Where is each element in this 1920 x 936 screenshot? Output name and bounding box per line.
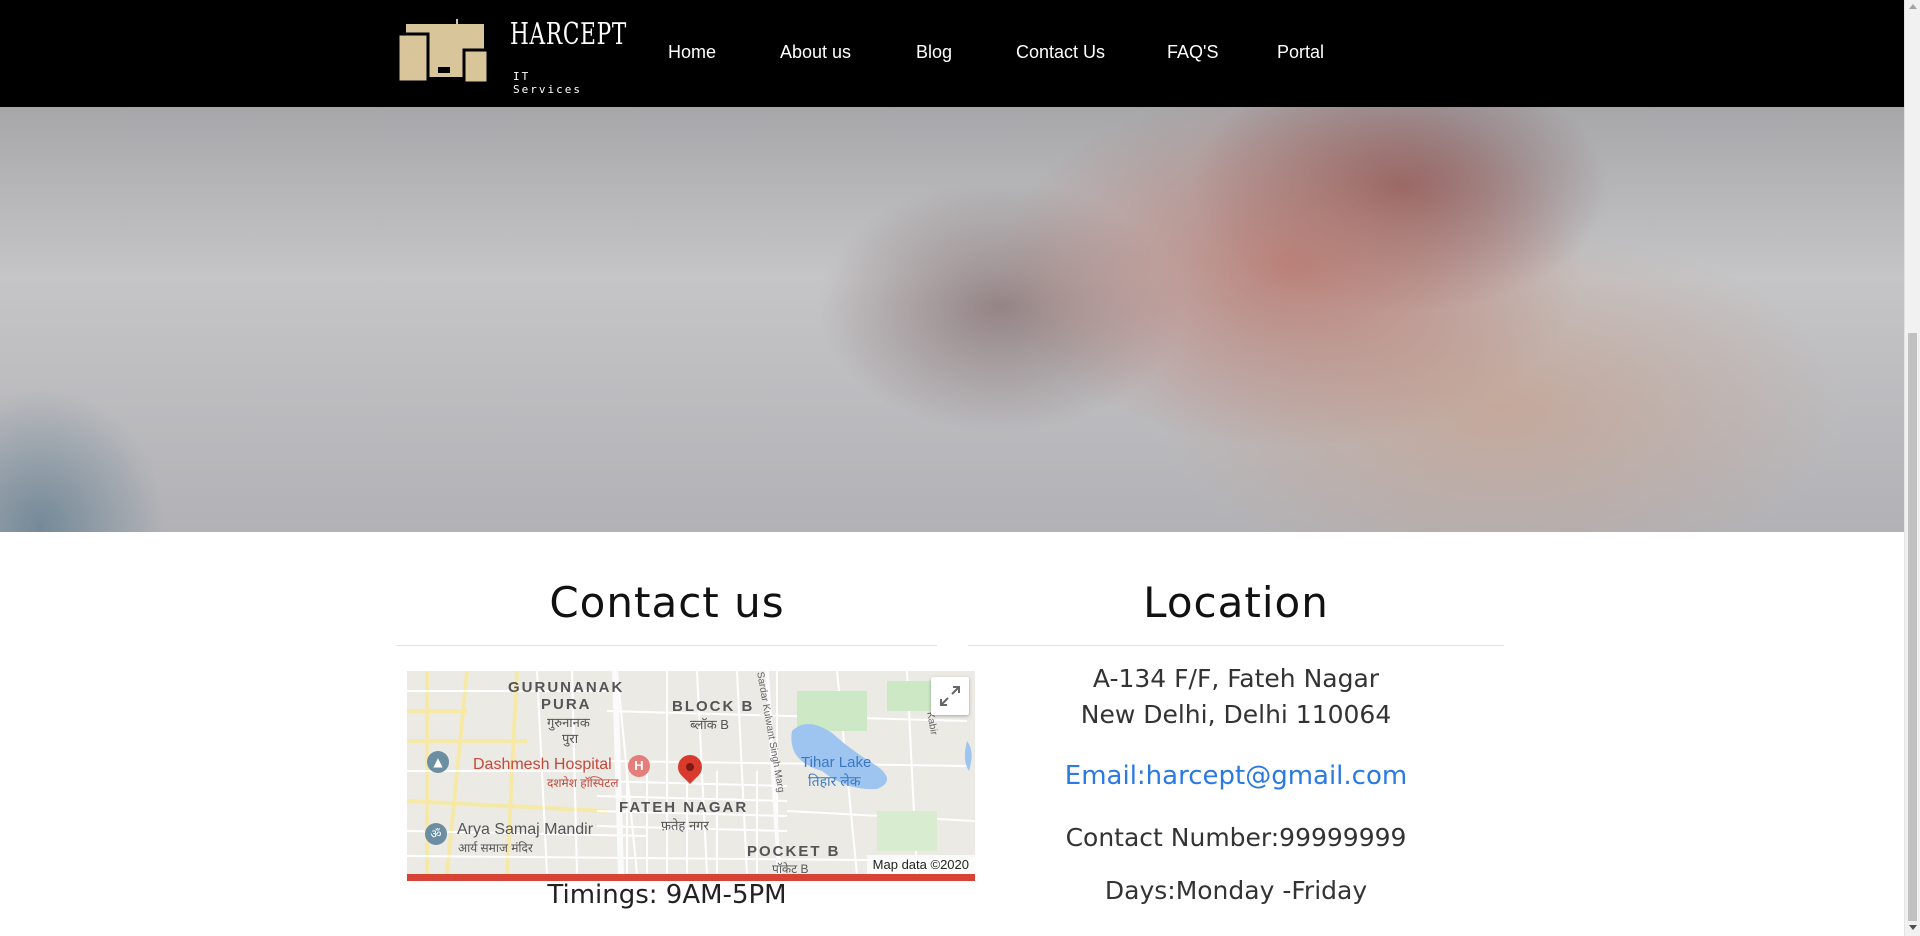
nav-home[interactable]: Home [668, 42, 716, 63]
google-map[interactable]: GURUNANAK PURA गुरुनानक पुरा BLOCK B ब्ल… [407, 671, 975, 881]
location-divider [968, 645, 1504, 646]
address-line-1: A-134 F/F, Fateh Nagar [1092, 664, 1380, 693]
scroll-down-arrow-icon[interactable] [1909, 925, 1917, 930]
hospital-marker-icon[interactable]: H [628, 755, 650, 777]
contact-number: Contact Number:99999999 [1065, 823, 1407, 852]
map-label-gurunanak: GURUNANAK [508, 679, 625, 696]
map-label-pocket-b: POCKET B [747, 843, 841, 860]
scrollbar-thumb[interactable] [1908, 333, 1917, 921]
map-label-block-b: BLOCK B [672, 698, 755, 715]
contact-us-heading: Contact us [549, 578, 785, 627]
nav-contact-us[interactable]: Contact Us [1016, 42, 1105, 63]
location-heading: Location [1143, 578, 1329, 627]
devices-logo-icon [396, 19, 490, 85]
contact-divider [397, 645, 937, 646]
nav-portal[interactable]: Portal [1277, 42, 1324, 63]
map-label-arya-samaj: Arya Samaj Mandir [457, 821, 594, 838]
map-label-dashmesh-hi: दशमेश हॉस्पिटल [547, 776, 619, 790]
nav-blog[interactable]: Blog [916, 42, 952, 63]
harcept-logo[interactable]: HARCEPT IT Services [396, 17, 626, 96]
working-days: Days:Monday -Friday [1104, 876, 1368, 905]
school-marker-icon[interactable]: ▲ [427, 751, 449, 773]
timings-text: Timings: 9AM-5PM [547, 880, 787, 910]
map-label-arya-samaj-hi: आर्य समाज मंदिर [458, 841, 533, 855]
hero-background-image [0, 107, 1904, 532]
map-label-pura-hi: पुरा [562, 731, 579, 746]
fullscreen-button[interactable] [931, 677, 969, 715]
map-label-pocket-b-hi: पॉकेट B [772, 862, 809, 876]
map-attribution: Map data ©2020 [866, 855, 975, 874]
nav-about-us[interactable]: About us [780, 42, 851, 63]
map-label-fateh-nagar-hi: फ़तेह नगर [661, 818, 709, 833]
map-label-dashmesh: Dashmesh Hospital [473, 756, 612, 773]
page-scrollbar[interactable] [1904, 0, 1920, 936]
top-navbar: HARCEPT IT Services Home About us Blog C… [0, 0, 1904, 107]
map-label-pura: PURA [541, 696, 592, 713]
expand-icon [940, 686, 960, 706]
map-label-tihar: Tihar Lake [801, 754, 872, 771]
address-line-2: New Delhi, Delhi 110064 [1080, 700, 1392, 729]
temple-marker-icon[interactable]: ॐ [425, 823, 447, 845]
email-link[interactable]: Email:harcept@gmail.com [968, 761, 1504, 791]
brand-name: HARCEPT [510, 17, 627, 52]
scroll-up-arrow-icon[interactable] [1909, 4, 1917, 9]
map-label-block-b-hi: ब्लॉक B [690, 717, 729, 732]
map-label-tihar-hi: तिहार लेक [808, 773, 861, 789]
brand-subtitle: IT Services [513, 70, 582, 96]
nav-faqs[interactable]: FAQ'S [1167, 42, 1218, 63]
map-label-fateh-nagar: FATEH NAGAR [619, 799, 749, 816]
